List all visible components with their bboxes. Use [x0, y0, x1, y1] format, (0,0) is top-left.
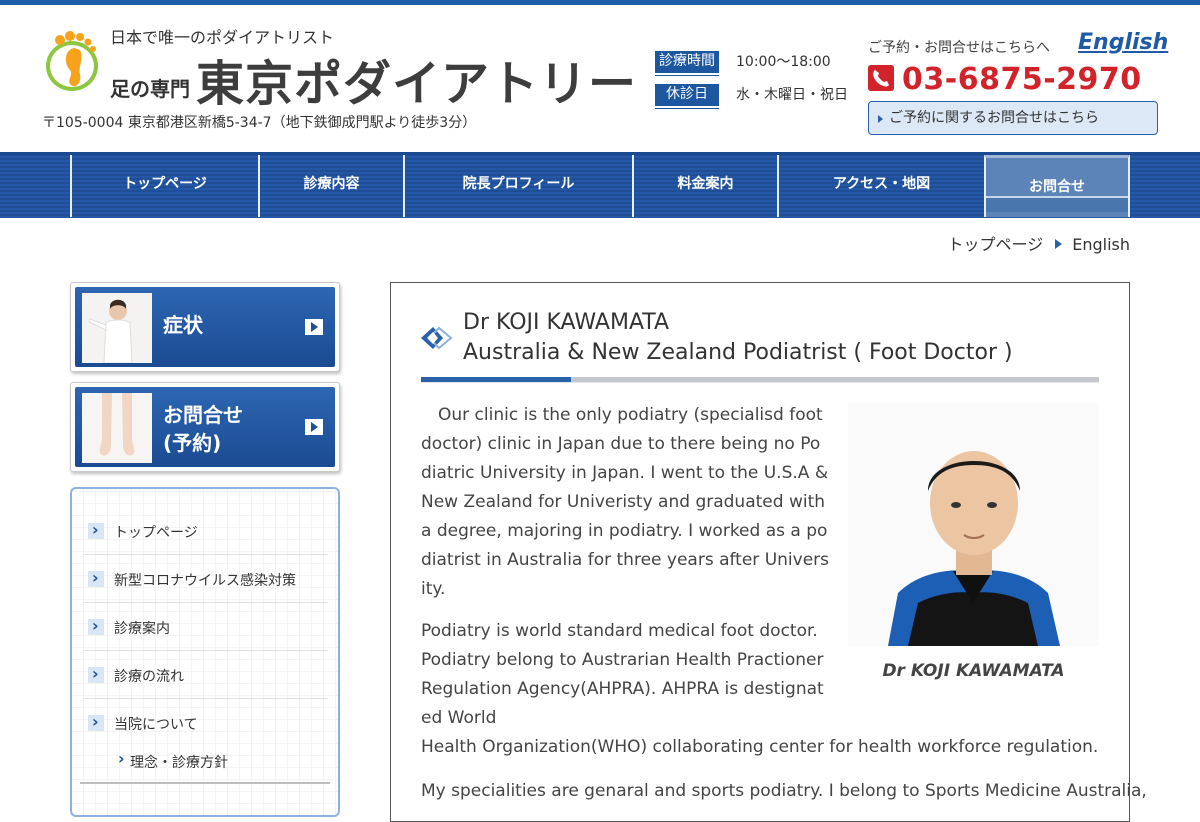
nav-active-indicator [986, 196, 1128, 212]
page-heading-title: Australia & New Zealand Podiatrist ( Foo… [463, 340, 1013, 365]
closed-days-label: 休診日 [655, 84, 719, 106]
site-title[interactable]: 東京ポダイアトリー [196, 44, 637, 114]
phone-number[interactable]: 03-6875-2970 [902, 62, 1142, 97]
side-menu-subitem-philosophy[interactable]: › 理念・診療方針 [80, 744, 330, 784]
side-menu-item-info[interactable]: 診療案内 [84, 603, 328, 651]
arrow-right-icon [878, 115, 883, 123]
side-menu: トップページ 新型コロナウイルス感染対策 診療案内 診療の流れ 当院について ›… [70, 487, 340, 817]
arrow-right-icon [305, 419, 323, 435]
nav-item-access[interactable]: アクセス・地図 [777, 155, 984, 217]
breadcrumb-current: English [1072, 235, 1130, 254]
chevron-right-icon [88, 568, 104, 587]
podiatry-paragraph-part2: Health Organization(WHO) collaborating c… [421, 737, 1099, 757]
podiatry-paragraph: Podiatry is world standard medical foot … [421, 617, 1111, 762]
english-link[interactable]: English [1078, 30, 1168, 55]
breadcrumb-home[interactable]: トップページ [948, 235, 1044, 254]
chevron-right-icon [88, 520, 104, 539]
site-subtitle: 足の専門 [110, 77, 190, 101]
closed-days-value: 水・木曜日・祝日 [736, 87, 848, 103]
symptoms-banner-label: 症状 [163, 313, 203, 337]
chevron-right-icon [88, 712, 104, 731]
side-menu-item-about[interactable]: 当院について [84, 699, 328, 747]
contact-banner-body: お問合せ (予約) [75, 387, 335, 467]
breadcrumb: トップページ English [948, 231, 1130, 255]
chevron-right-icon: › [118, 749, 125, 768]
menu-divider [80, 782, 330, 784]
page-heading-name: Dr KOJI KAWAMATA [463, 310, 670, 335]
contact-banner-label-2: (予約) [163, 431, 222, 455]
chevron-right-icon [88, 664, 104, 683]
hours-label: 診療時間 [655, 51, 719, 73]
feet-photo [82, 393, 152, 463]
contact-banner-label-1: お問合せ [163, 403, 243, 427]
heading-underline [421, 377, 1099, 383]
nav-item-profile[interactable]: 院長プロフィール [403, 155, 632, 217]
phone-icon [868, 65, 894, 91]
specialities-paragraph: My specialities are genaral and sports p… [421, 781, 1147, 801]
contact-note: ご予約・お問合せはこちらへ [868, 40, 1050, 56]
contact-reservation-banner[interactable]: お問合せ (予約) [70, 382, 340, 472]
symptoms-banner[interactable]: 症状 [70, 282, 340, 372]
side-menu-item-flow[interactable]: 診療の流れ [84, 651, 328, 699]
side-menu-item-top[interactable]: トップページ [84, 507, 328, 555]
diamond-heading-icon [421, 326, 453, 350]
clinic-address: 〒105-0004 東京都港区新橋5-34-7（地下鉄御成門駅より徒歩3分） [42, 115, 477, 131]
nav-item-contact[interactable]: お問合せ [984, 155, 1130, 217]
main-nav: トップページ 診療内容 院長プロフィール 料金案内 アクセス・地図 お問合せ [0, 152, 1200, 218]
main-content: Dr KOJI KAWAMATA Australia & New Zealand… [390, 282, 1147, 822]
podiatry-paragraph-part1: Podiatry is world standard medical foot … [421, 621, 824, 728]
nurse-photo [82, 293, 152, 363]
foot-logo-icon[interactable] [44, 28, 100, 92]
nav-item-top[interactable]: トップページ [70, 155, 258, 217]
intro-paragraph: Our clinic is the only podiatry (special… [421, 405, 830, 599]
doctor-photo [848, 403, 1099, 646]
breadcrumb-arrow-icon [1055, 239, 1063, 249]
contact-inquiry-label: ご予約に関するお問合せはこちら [889, 110, 1099, 126]
top-accent-bar [0, 0, 1200, 5]
contact-inquiry-button[interactable]: ご予約に関するお問合せはこちら [868, 101, 1158, 135]
nav-item-services[interactable]: 診療内容 [258, 155, 403, 217]
arrow-right-icon [305, 319, 323, 335]
nav-item-fees[interactable]: 料金案内 [632, 155, 777, 217]
hours-value: 10:00〜18:00 [736, 54, 831, 70]
symptoms-banner-body: 症状 [75, 287, 335, 367]
chevron-right-icon [88, 616, 104, 635]
side-menu-item-covid[interactable]: 新型コロナウイルス感染対策 [84, 555, 328, 603]
